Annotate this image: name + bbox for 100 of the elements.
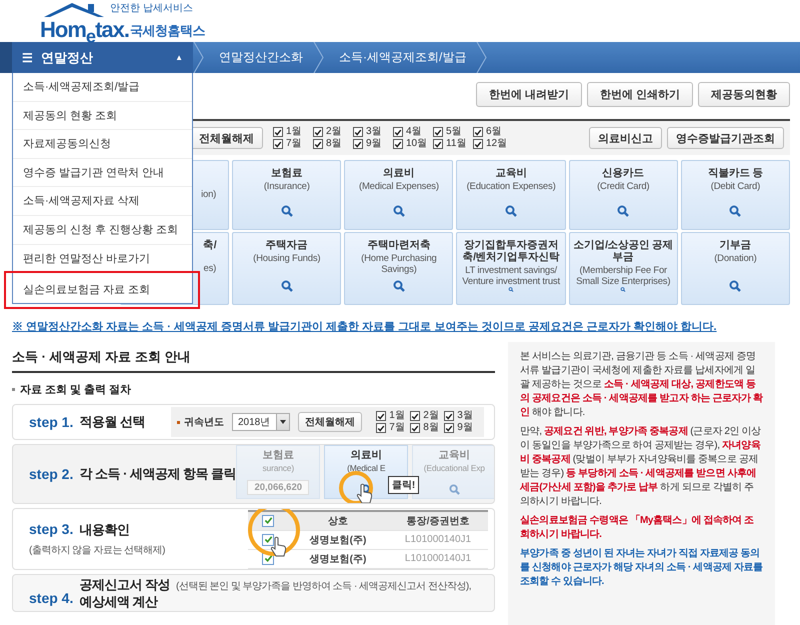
- step-number: step 3.: [29, 521, 74, 537]
- menu-item[interactable]: 소득·세액공제조회/발급: [13, 73, 192, 102]
- month-label: 6월: [486, 126, 502, 138]
- breadcrumb-chevron-icon: [476, 42, 488, 73]
- month-label: 2월: [423, 410, 439, 422]
- tile-title: 주택자금: [266, 239, 308, 251]
- step-title: 적용월 선택: [79, 413, 145, 431]
- category-tile[interactable]: 기부금 (Donation): [680, 232, 790, 305]
- month-checkbox[interactable]: [393, 127, 403, 137]
- menu-item[interactable]: 제공동의 신청 후 진행상황 조회: [13, 216, 192, 245]
- filter-button[interactable]: 영수증발급기관조회: [667, 127, 784, 149]
- search-icon: [280, 205, 293, 217]
- tile-title: 신용카드: [602, 167, 644, 179]
- category-tile[interactable]: 직불카드 등 (Debit Card): [680, 160, 790, 230]
- month-label: 4월: [406, 126, 422, 138]
- subsection-title: 자료 조회 및 출력 절차: [20, 383, 132, 397]
- category-tile[interactable]: 의료비 (Medical Expenses): [344, 160, 454, 230]
- month-label: 3월: [366, 126, 382, 138]
- info-paragraph: 만약, 공제요건 위반, 부양가족 중복공제 (근로자 2인 이상이 동일인을 부양가족으로 하여 공제받는 경우), 자녀양육비 중복공제 (맞벌이 부부가 자녀양육비를 중복으로 공제받는 경우) 등 부당하게 소득 · 세액공제를 받으면 사후에 세금(가산세 포함)을 추가로 납부 하게 되므로 각별히 주의하시기 바랍니다.: [520, 425, 762, 509]
- breadcrumb-link[interactable]: 연말정산간소화: [205, 49, 313, 66]
- month-checkbox[interactable]: [444, 423, 454, 433]
- filter-button[interactable]: 의료비신고: [589, 127, 662, 149]
- month-label: 2월: [326, 126, 342, 138]
- breadcrumb-link[interactable]: 소득·세액공제조회/발급: [325, 49, 476, 66]
- tile-subtitle: LT investment savings/ Venture investment trust: [461, 265, 561, 287]
- tile-subtitle: (Education Expenses): [466, 181, 556, 192]
- month-checkbox[interactable]: [353, 127, 363, 137]
- category-tile[interactable]: 신용카드 (Credit Card): [568, 160, 678, 230]
- menu-item[interactable]: 자료제공동의신청: [13, 130, 192, 159]
- month-checkbox[interactable]: [273, 127, 283, 137]
- month-checkbox[interactable]: [410, 411, 420, 421]
- menu-item[interactable]: 소득·세액공제자료 삭제: [13, 187, 192, 216]
- month-label: 7월: [389, 422, 405, 434]
- month-checkbox[interactable]: [433, 127, 443, 137]
- month-checkbox[interactable]: [313, 139, 323, 149]
- tile-subtitle: (Debit Card): [710, 181, 760, 192]
- month-label: 9월: [457, 422, 473, 434]
- category-tile[interactable]: 소기업/소상공인 공제부금 (Membership Fee For Small Size Enterprises): [568, 232, 678, 305]
- month-checkbox[interactable]: [433, 139, 443, 149]
- year-label: 귀속년도: [176, 415, 224, 429]
- month-checkbox[interactable]: [393, 139, 403, 149]
- select-all-checkbox[interactable]: [262, 514, 274, 526]
- search-icon: [729, 280, 742, 292]
- notice-link[interactable]: ※ 연말정산간소화 자료는 소득 · 세액공제 증명서류 발급기관이 제출한 자료를 그대로 보여주는 것이므로 공제요건은 근로자가 확인해야 합니다.: [12, 319, 790, 334]
- info-paragraph: 본 서비스는 의료기관, 금융기관 등 소득 · 세액공제 증명서류 발급기관이 국세청에 제출한 자료를 납세자에게 일괄 제공하는 것으로 소득 · 세액공제 대상, 공제한도액 등의 공제요건은 소득 · 세액공제를 받고자 하는 근로자가 확인 해야 합니다.: [520, 350, 763, 420]
- menu-toggle[interactable]: ☰ 연말정산 ▲: [0, 42, 193, 73]
- menu-item[interactable]: 편리한 연말정산 바로가기: [13, 244, 192, 274]
- toolbar-button[interactable]: 제공동의현황: [698, 82, 790, 107]
- month-label: 8월: [326, 138, 342, 150]
- tile-subtitle: (Medical Expenses): [358, 181, 439, 192]
- category-tile[interactable]: 장기집합투자증권저축/벤처기업투자신탁 LT investment savings/ Venture investment trust: [456, 232, 566, 305]
- menu-item[interactable]: 제공동의 현황 조회: [13, 102, 192, 130]
- month-label: 5월: [446, 126, 462, 138]
- month-checkbox[interactable]: [473, 139, 483, 149]
- step-title: 각 소득 · 세액공제 항목 클릭: [79, 465, 236, 483]
- month-checkbox[interactable]: [376, 423, 386, 433]
- month-checkbox[interactable]: [273, 139, 283, 149]
- step-note: (선택된 본인 및 부양가족을 반영하여 소득 · 세액공제신고서 전산작성),: [176, 580, 471, 594]
- tile-subtitle: (Membership Fee For Small Size Enterprises): [575, 265, 672, 287]
- month-label: 11월: [446, 138, 466, 150]
- search-icon: [617, 205, 630, 217]
- month-checkbox[interactable]: [444, 411, 454, 421]
- step-number: step 2.: [29, 466, 74, 482]
- tile-title: 의료비: [350, 449, 382, 461]
- category-tile[interactable]: 주택마련저축 (Home Purchasing Savings): [344, 232, 454, 305]
- month-checkbox[interactable]: [410, 423, 420, 433]
- toolbar-button[interactable]: 한번에 인쇄하기: [586, 82, 693, 107]
- column-header: 통장/증권번호: [406, 514, 470, 528]
- logo-korean-name: 국세청홈택스: [130, 22, 205, 40]
- month-label: 1월: [286, 126, 302, 138]
- tile-title: 직불카드 등: [708, 167, 763, 179]
- search-icon: [392, 280, 405, 292]
- toolbar-button[interactable]: 한번에 내려받기: [476, 82, 582, 107]
- tile-title: 주택마련저축: [367, 239, 430, 251]
- clear-months-button[interactable]: 전체월해제: [298, 412, 362, 432]
- breadcrumb-chevron-icon: [313, 42, 325, 73]
- step-title: 예상세액 계산: [79, 594, 158, 609]
- table-cell-text: L101000140J1: [404, 534, 472, 545]
- info-paragraph: 부양가족 중 성년이 된 자녀는 자녀가 직접 자료제공 동의를 신청해야 근로자가 해당 자녀의 소득 · 세액공제 자료를 조회할 수 있습니다.: [520, 547, 763, 589]
- month-checkbox[interactable]: [353, 139, 363, 149]
- row-checkbox[interactable]: [262, 534, 274, 546]
- tile-subtitle: es): [204, 263, 216, 274]
- category-tile[interactable]: 주택자금 (Housing Funds): [232, 232, 342, 305]
- search-icon: [392, 205, 405, 217]
- month-label: 12월: [486, 138, 508, 150]
- menu-item[interactable]: 실손의료보험금 자료 조회: [4, 271, 200, 310]
- month-label: 1월: [389, 410, 405, 422]
- category-tile[interactable]: 보험료 (Insurance): [232, 160, 342, 230]
- step-note: (출력하지 않을 자료는 선택해제): [29, 544, 165, 557]
- menu-item[interactable]: 영수증 발급기관 연락처 안내: [13, 158, 192, 188]
- year-select[interactable]: 2018년: [232, 413, 290, 431]
- clear-months-button[interactable]: 전체월해제: [190, 127, 263, 149]
- column-header: 상호: [327, 514, 349, 528]
- month-checkbox[interactable]: [376, 411, 386, 421]
- tile-subtitle: (Credit Card): [597, 181, 650, 192]
- tile-title: 보험료: [270, 167, 302, 179]
- month-checkbox[interactable]: [473, 127, 483, 137]
- month-label: 3월: [457, 410, 473, 422]
- month-checkbox[interactable]: [313, 127, 323, 137]
- category-tile[interactable]: 교육비 (Education Expenses): [456, 160, 566, 230]
